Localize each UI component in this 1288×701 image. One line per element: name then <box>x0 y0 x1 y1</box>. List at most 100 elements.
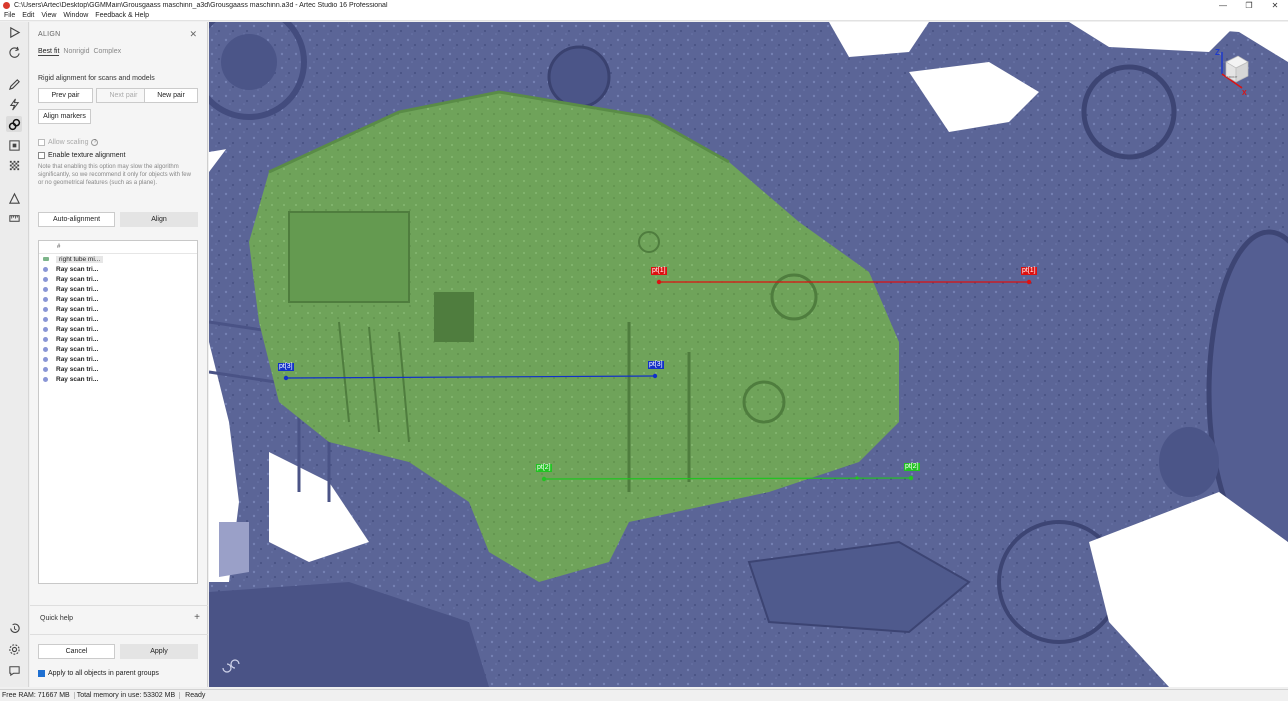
list-item-label: Ray scan tri... <box>56 365 99 373</box>
minimize-button[interactable]: — <box>1210 0 1236 11</box>
allow-scaling-box[interactable] <box>38 139 45 146</box>
editor-pencil-icon[interactable] <box>6 76 22 92</box>
enable-texture-alignment-checkbox[interactable]: Enable texture alignment <box>38 152 125 159</box>
next-pair-button[interactable]: Next pair <box>96 88 151 103</box>
tab-nonrigid[interactable]: Nonrigid <box>63 48 89 56</box>
list-item-label: Ray scan tri... <box>56 275 99 283</box>
align-button[interactable]: Align <box>120 212 198 227</box>
scan-dot-icon <box>43 286 48 292</box>
list-item[interactable]: Ray scan tri... <box>39 364 197 374</box>
folder-icon <box>43 257 49 261</box>
ruler-icon[interactable] <box>6 210 22 226</box>
3d-viewport[interactable]: pt[1] pt[1] pt[3] pt[3] pt[2] pt[2] Z X … <box>209 22 1288 687</box>
autopilot-icon[interactable] <box>6 44 22 60</box>
scan-dot-icon <box>43 346 48 352</box>
tab-best-fit[interactable]: Best fit <box>38 48 60 56</box>
marker-label-pt1-left[interactable]: pt[1] <box>651 267 667 275</box>
help-question-icon[interactable]: ? <box>91 139 99 146</box>
artec-app-icon <box>3 2 10 9</box>
list-item[interactable]: Ray scan tri... <box>39 274 197 284</box>
list-item-label: Ray scan tri... <box>56 325 99 333</box>
scan-dot-icon <box>43 336 48 342</box>
title-bar: C:\Users\Artec\Desktop\GGMMain\Grousgaas… <box>0 0 1288 11</box>
marker-label-pt2-right[interactable]: pt[2] <box>904 463 920 471</box>
list-item-label: Ray scan tri... <box>56 285 99 293</box>
allow-scaling-label: Allow scaling <box>48 139 89 146</box>
scan-dot-icon <box>43 376 48 382</box>
total-memory-status: Total memory in use: 53302 MB <box>75 692 181 699</box>
list-item-label: Ray scan tri... <box>56 305 99 313</box>
list-item[interactable]: Ray scan tri... <box>39 304 197 314</box>
list-item-label: Ray scan tri... <box>56 355 99 363</box>
history-icon[interactable] <box>6 620 22 636</box>
apply-all-objects-checkbox[interactable]: Apply to all objects in parent groups <box>38 670 159 677</box>
cube-face-front: FRONT <box>1227 75 1238 79</box>
list-item-label: Ray scan tri... <box>56 335 99 343</box>
scan-dot-icon <box>43 276 48 282</box>
scan-dot-icon <box>43 356 48 362</box>
list-item[interactable]: Ray scan tri... <box>39 294 197 304</box>
apply-button[interactable]: Apply <box>120 644 198 659</box>
ready-status: Ready <box>185 692 206 699</box>
list-item-label: Ray scan tri... <box>56 295 99 303</box>
list-item-group[interactable]: right tube mi... <box>39 254 197 264</box>
align-markers-button[interactable]: Align markers <box>38 109 91 124</box>
list-item[interactable]: Ray scan tri... <box>39 344 197 354</box>
marker-label-pt1-right[interactable]: pt[1] <box>1021 267 1037 275</box>
prev-pair-button[interactable]: Prev pair <box>38 88 93 103</box>
grid-pattern-icon[interactable] <box>6 157 22 173</box>
status-bar: Free RAM: 71667 MB Total memory in use: … <box>0 689 1288 701</box>
texture-note: Note that enabling this option may slow … <box>38 164 191 186</box>
tool-strip <box>0 22 29 687</box>
tools-lightning-icon[interactable] <box>6 96 22 112</box>
new-pair-button[interactable]: New pair <box>144 88 198 103</box>
messages-icon[interactable] <box>6 662 22 678</box>
close-window-button[interactable]: ✕ <box>1262 0 1288 11</box>
list-header-number: # <box>57 244 61 250</box>
scan-list: # right tube mi... Ray scan tri... Ray s… <box>38 240 198 584</box>
menu-feedback-help[interactable]: Feedback & Help <box>95 12 149 19</box>
list-item-label: right tube mi... <box>56 255 104 263</box>
scan-scene[interactable] <box>209 22 1288 687</box>
allow-scaling-checkbox[interactable]: Allow scaling ? <box>38 139 99 146</box>
panel-close-icon[interactable]: ✕ <box>189 29 197 40</box>
scan-dot-icon <box>43 316 48 322</box>
quick-help-section[interactable]: Quick help + <box>30 605 208 635</box>
play-scan-icon[interactable] <box>6 24 22 40</box>
enable-texture-label: Enable texture alignment <box>48 152 126 159</box>
menu-edit[interactable]: Edit <box>22 12 34 19</box>
menu-file[interactable]: File <box>4 12 15 19</box>
list-item[interactable]: Ray scan tri... <box>39 314 197 324</box>
marker-label-pt2-left[interactable]: pt[2] <box>536 464 552 472</box>
scan-dot-icon <box>43 296 48 302</box>
list-item[interactable]: Ray scan tri... <box>39 284 197 294</box>
align-tool-icon[interactable] <box>6 116 22 132</box>
maximize-button[interactable]: ❐ <box>1236 0 1262 11</box>
auto-alignment-button[interactable]: Auto-alignment <box>38 212 115 227</box>
align-panel: ALIGN ✕ Best fit Nonrigid Complex Rigid … <box>30 22 208 687</box>
expand-plus-icon[interactable]: + <box>194 612 200 623</box>
list-item[interactable]: Ray scan tri... <box>39 264 197 274</box>
tab-complex[interactable]: Complex <box>93 48 121 56</box>
list-item[interactable]: Ray scan tri... <box>39 374 197 384</box>
list-item-label: Ray scan tri... <box>56 375 99 383</box>
settings-gear-icon[interactable] <box>6 641 22 657</box>
list-item[interactable]: Ray scan tri... <box>39 334 197 344</box>
marker-label-pt3-right[interactable]: pt[3] <box>648 361 664 369</box>
marker-label-pt3-left[interactable]: pt[3] <box>278 363 294 371</box>
measures-triangle-icon[interactable] <box>6 190 22 206</box>
menu-view[interactable]: View <box>41 12 56 19</box>
scan-dot-icon <box>43 366 48 372</box>
menu-bar: File Edit View Window Feedback & Help <box>0 11 1288 21</box>
cancel-button[interactable]: Cancel <box>38 644 115 659</box>
enable-texture-box[interactable] <box>38 152 45 159</box>
menu-window[interactable]: Window <box>63 12 88 19</box>
apply-all-box[interactable] <box>38 670 45 677</box>
list-item[interactable]: Ray scan tri... <box>39 324 197 334</box>
list-item[interactable]: Ray scan tri... <box>39 354 197 364</box>
scan-dot-icon <box>43 306 48 312</box>
list-item-label: Ray scan tri... <box>56 265 99 273</box>
view-cube[interactable]: Z X FRONT <box>1214 42 1254 97</box>
scan-dot-icon <box>43 266 48 272</box>
textures-icon[interactable] <box>6 137 22 153</box>
